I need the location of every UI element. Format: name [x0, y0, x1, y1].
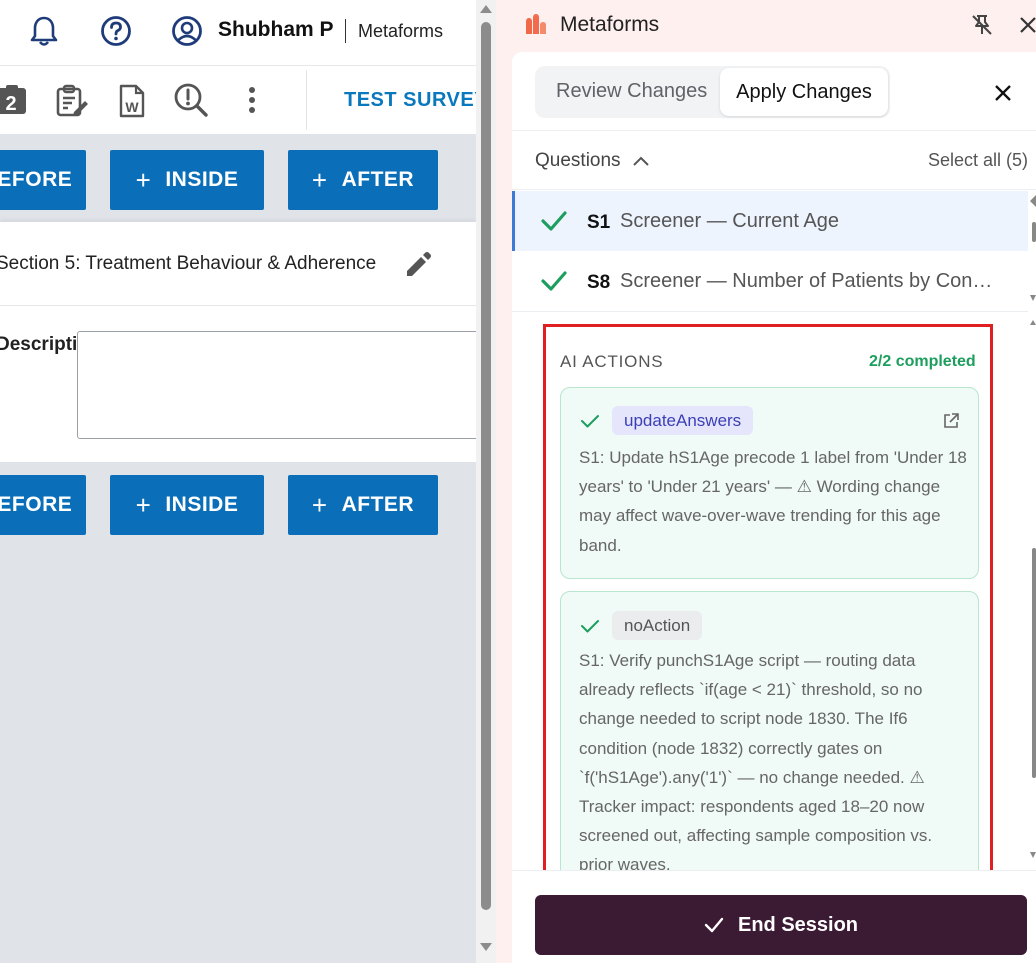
plus-icon: +: [135, 490, 152, 520]
section-2-icon[interactable]: 2: [0, 84, 28, 116]
ai-actions-scrollbar[interactable]: [1030, 320, 1036, 860]
questions-scrollbar[interactable]: [1030, 195, 1036, 305]
section-title: Section 5: Treatment Behaviour & Adheren…: [0, 253, 377, 274]
plus-icon: +: [135, 165, 152, 195]
question-text: Screener — Number of Patients by Conditi…: [620, 270, 1002, 292]
unpin-icon[interactable]: [968, 11, 996, 39]
add-before-button-bottom[interactable]: BEFORE: [0, 475, 86, 535]
ai-actions-title: AI ACTIONS: [560, 352, 664, 371]
add-after-label: AFTER: [341, 493, 415, 516]
check-icon: [579, 617, 601, 635]
external-link-icon[interactable]: [940, 410, 962, 432]
questions-label[interactable]: Questions: [535, 150, 621, 172]
add-after-label: AFTER: [341, 168, 415, 191]
plus-icon: +: [311, 165, 328, 195]
close-tab-icon[interactable]: [990, 81, 1016, 105]
user-name[interactable]: Shubham P: [218, 18, 334, 42]
app-name: Metaforms: [358, 21, 444, 41]
svg-text:2: 2: [5, 93, 16, 115]
ai-actions-status: 2/2 completed: [869, 353, 976, 370]
svg-text:W: W: [125, 99, 139, 115]
word-document-icon[interactable]: W: [118, 84, 146, 118]
survey-editor: Shubham P Metaforms 2 W TEST SURVEY BEFO…: [0, 0, 476, 963]
action-type-chip: noAction: [612, 611, 703, 640]
close-panel-icon[interactable]: [1018, 11, 1036, 39]
user-account-icon[interactable]: [170, 14, 204, 48]
question-code: S1: [587, 212, 611, 233]
bell-icon[interactable]: [28, 14, 60, 48]
user-separator: [345, 19, 346, 43]
select-all-link[interactable]: Select all (5): [928, 150, 1028, 171]
check-icon: [540, 208, 568, 234]
clipboard-edit-icon[interactable]: [55, 84, 89, 118]
action-description: S1: Verify punchS1Age script — routing d…: [579, 651, 933, 875]
end-session-label: End Session: [737, 913, 859, 936]
action-type-chip: updateAnswers: [612, 406, 754, 435]
add-before-label: BEFORE: [0, 493, 73, 516]
add-before-label: BEFORE: [0, 168, 73, 191]
scroll-down-arrow-icon[interactable]: [478, 940, 494, 954]
tab-apply-changes[interactable]: Apply Changes: [720, 68, 888, 116]
chevron-up-icon[interactable]: [631, 151, 651, 171]
description-input[interactable]: [77, 331, 476, 439]
check-icon: [579, 412, 601, 430]
plus-icon: +: [311, 490, 328, 520]
question-code: S8: [587, 272, 611, 293]
panel-title: Metaforms: [560, 13, 660, 36]
scroll-up-arrow-icon[interactable]: [478, 2, 494, 16]
check-icon: [704, 917, 724, 933]
help-icon[interactable]: [99, 14, 133, 48]
more-vertical-icon[interactable]: [242, 84, 262, 116]
tab-review-changes[interactable]: Review Changes: [556, 80, 707, 103]
question-text: Screener — Current Age: [620, 210, 839, 232]
action-description: S1: Update hS1Age precode 1 label from '…: [579, 448, 967, 555]
metaforms-logo-icon: [524, 12, 548, 36]
edit-pencil-icon[interactable]: [402, 249, 434, 281]
search-help-icon[interactable]: [173, 82, 209, 118]
card-divider: [0, 305, 476, 306]
add-after-button-bottom[interactable]: + AFTER: [288, 475, 438, 535]
add-after-button[interactable]: + AFTER: [288, 150, 438, 210]
add-inside-label: INSIDE: [165, 168, 239, 191]
add-before-button[interactable]: BEFORE: [0, 150, 86, 210]
end-session-button[interactable]: End Session: [535, 895, 1027, 955]
editor-scrollbar-thumb[interactable]: [481, 22, 491, 910]
toolbar-divider: [306, 70, 307, 130]
check-icon: [540, 268, 568, 294]
add-inside-button[interactable]: + INSIDE: [110, 150, 264, 210]
add-inside-button-bottom[interactable]: + INSIDE: [110, 475, 264, 535]
survey-title[interactable]: TEST SURVEY: [344, 89, 476, 112]
add-inside-label: INSIDE: [165, 493, 239, 516]
